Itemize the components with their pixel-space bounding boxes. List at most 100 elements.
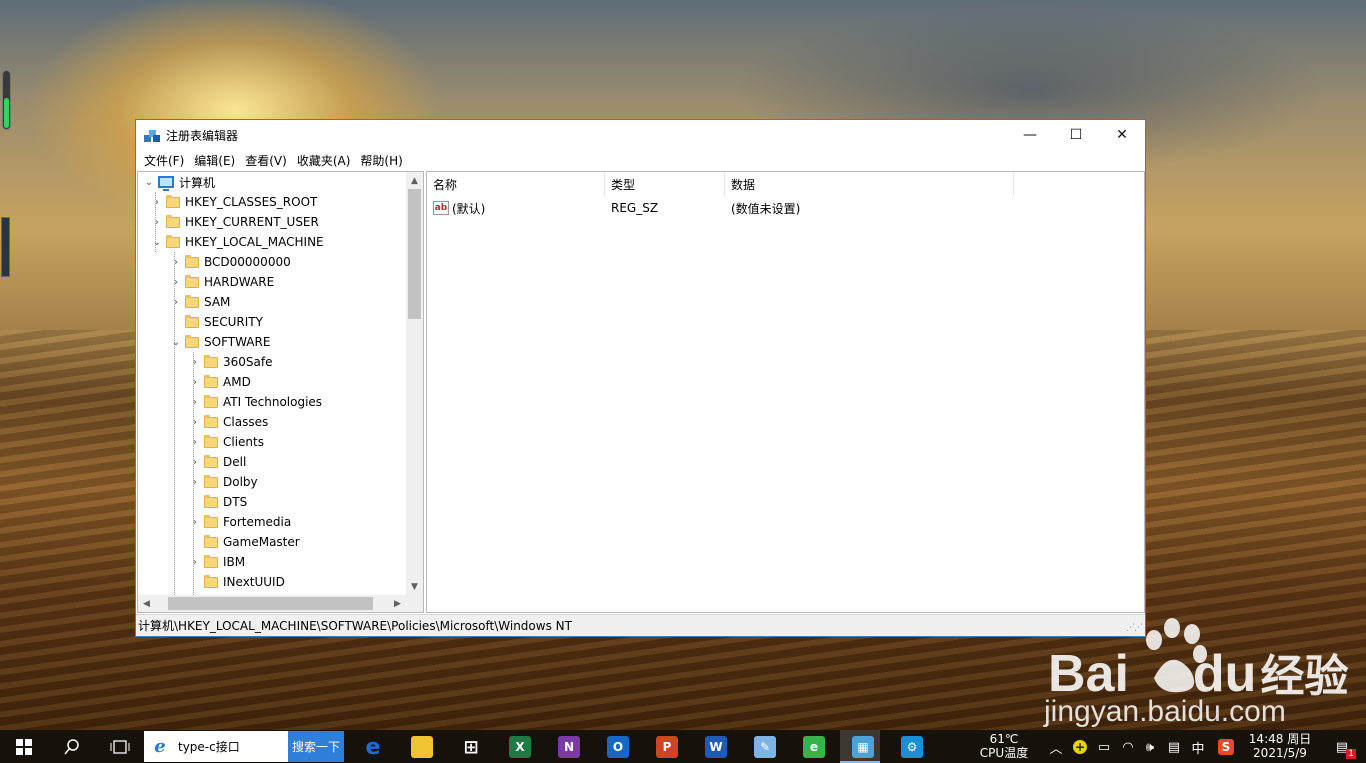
- file-explorer-icon[interactable]: [411, 736, 433, 758]
- battery-icon[interactable]: ▭: [1096, 739, 1112, 755]
- chevron-right-icon[interactable]: ›: [152, 197, 162, 208]
- microsoft-store-icon[interactable]: ⊞: [460, 736, 482, 758]
- word-icon[interactable]: W: [705, 736, 727, 758]
- chevron-up-icon[interactable]: ︿: [1048, 739, 1064, 757]
- tree-item[interactable]: INextUUID: [190, 572, 285, 592]
- scroll-left-arrow-icon[interactable]: ◀: [138, 595, 155, 612]
- chevron-right-icon[interactable]: ›: [190, 417, 200, 428]
- chevron-right-icon[interactable]: ›: [190, 437, 200, 448]
- search-input[interactable]: type-c接口: [178, 738, 240, 755]
- cpu-temperature[interactable]: 61℃ CPU温度: [978, 732, 1030, 760]
- column-header-data[interactable]: 数据: [725, 172, 1014, 196]
- folder-icon: [185, 334, 199, 348]
- chevron-right-icon[interactable]: ›: [190, 377, 200, 388]
- paint-icon[interactable]: ✎: [754, 736, 776, 758]
- chevron-right-icon[interactable]: ›: [190, 457, 200, 468]
- volume-icon[interactable]: 🕪: [1142, 739, 1158, 755]
- desktop-side-widget[interactable]: [1, 217, 10, 277]
- regedit-app-icon: [144, 127, 160, 143]
- chevron-right-icon[interactable]: ›: [190, 397, 200, 408]
- menu-view[interactable]: 查看(V): [240, 152, 292, 169]
- folder-icon: [204, 574, 218, 588]
- chevron-right-icon[interactable]: ›: [171, 277, 181, 288]
- menu-edit[interactable]: 编辑(E): [189, 152, 240, 169]
- scroll-thumb[interactable]: [408, 189, 421, 319]
- registry-tree[interactable]: ⌄ 计算机 › HKEY_CLASSES_ROOT › HKEY_CURRENT_US…: [137, 171, 424, 613]
- scroll-down-arrow-icon[interactable]: ▼: [406, 578, 423, 595]
- column-header-type[interactable]: 类型: [605, 172, 725, 196]
- tree-item[interactable]: › SAM: [171, 292, 230, 312]
- 360-browser-icon[interactable]: e: [803, 736, 825, 758]
- chevron-down-icon[interactable]: ⌄: [171, 337, 181, 348]
- tree-item[interactable]: ⌄ HKEY_LOCAL_MACHINE: [152, 232, 324, 252]
- chevron-right-icon[interactable]: ›: [152, 217, 162, 228]
- tree-item[interactable]: › IBM: [190, 552, 245, 572]
- tree-item[interactable]: › 360Safe: [190, 352, 272, 372]
- scroll-thumb[interactable]: [168, 597, 373, 610]
- chevron-right-icon[interactable]: ›: [171, 297, 181, 308]
- edge-icon[interactable]: e: [362, 735, 384, 760]
- start-button[interactable]: [0, 730, 48, 763]
- tree-item[interactable]: SECURITY: [171, 312, 263, 332]
- onenote-icon[interactable]: N: [558, 736, 580, 758]
- tree-item[interactable]: › Dolby: [190, 472, 258, 492]
- taskbar-search-box[interactable]: e type-c接口: [144, 731, 288, 762]
- notifications-icon[interactable]: ▤ 1: [1334, 739, 1356, 759]
- regedit-icon[interactable]: ▦: [852, 736, 874, 758]
- value-row[interactable]: ab (默认) REG_SZ (数值未设置): [427, 198, 1144, 218]
- tree-item[interactable]: ⌄ SOFTWARE: [171, 332, 270, 352]
- input-method-indicator[interactable]: 中: [1190, 739, 1206, 757]
- tree-item[interactable]: › AMD: [190, 372, 251, 392]
- menu-help[interactable]: 帮助(H): [355, 152, 407, 169]
- tree-horizontal-scrollbar[interactable]: ◀ ▶: [138, 595, 406, 612]
- menu-favorites[interactable]: 收藏夹(A): [292, 152, 356, 169]
- minimize-button[interactable]: —: [1007, 120, 1053, 150]
- tree-item[interactable]: › HARDWARE: [171, 272, 274, 292]
- chevron-right-icon[interactable]: ›: [190, 357, 200, 368]
- search-icon[interactable]: [48, 730, 96, 763]
- folder-icon: [166, 214, 180, 228]
- tree-item[interactable]: DTS: [190, 492, 247, 512]
- title-bar[interactable]: 注册表编辑器 — ☐ ✕: [136, 120, 1145, 150]
- scroll-right-arrow-icon[interactable]: ▶: [389, 595, 406, 612]
- action-center-msg-icon[interactable]: ▤: [1166, 739, 1182, 755]
- wifi-icon[interactable]: ◠: [1120, 739, 1136, 755]
- tree-item[interactable]: › HKEY_CLASSES_ROOT: [152, 192, 317, 212]
- scroll-up-arrow-icon[interactable]: ▲: [406, 172, 423, 189]
- excel-icon[interactable]: X: [509, 736, 531, 758]
- column-header-name[interactable]: 名称: [427, 172, 605, 196]
- search-button[interactable]: 搜索一下: [288, 731, 344, 762]
- watermark-site: jingyan.baidu.com: [1044, 695, 1286, 728]
- scroll-corner: [406, 595, 423, 612]
- close-button[interactable]: ✕: [1099, 120, 1145, 150]
- tree-item[interactable]: › Dell: [190, 452, 246, 472]
- tree-item[interactable]: › Classes: [190, 412, 268, 432]
- chevron-right-icon[interactable]: ›: [190, 557, 200, 568]
- chevron-right-icon[interactable]: ›: [190, 477, 200, 488]
- tree-item[interactable]: GameMaster: [190, 532, 300, 552]
- tree-item[interactable]: › ATI Technologies: [190, 392, 322, 412]
- task-view-icon[interactable]: [96, 730, 144, 763]
- tree-item-label: AMD: [223, 375, 251, 389]
- tree-item[interactable]: › Fortemedia: [190, 512, 291, 532]
- powerpoint-icon[interactable]: P: [656, 736, 678, 758]
- chevron-right-icon[interactable]: ›: [171, 257, 181, 268]
- sogou-input-icon[interactable]: S: [1218, 739, 1234, 755]
- menu-file[interactable]: 文件(F): [139, 152, 189, 169]
- tree-item[interactable]: › BCD00000000: [171, 252, 291, 272]
- desktop-meter-widget[interactable]: [2, 70, 11, 130]
- tree-item-label: 计算机: [179, 175, 216, 190]
- settings-app-icon[interactable]: ⚙: [901, 736, 923, 758]
- tray-plus-icon[interactable]: +: [1072, 739, 1088, 755]
- maximize-button[interactable]: ☐: [1053, 120, 1099, 150]
- chevron-right-icon[interactable]: ›: [190, 517, 200, 528]
- outlook-icon[interactable]: O: [607, 736, 629, 758]
- chevron-down-icon[interactable]: ⌄: [152, 237, 162, 248]
- clock[interactable]: 14:48 周日 2021/5/9: [1248, 732, 1312, 760]
- tree-vertical-scrollbar[interactable]: ▲ ▼: [406, 172, 423, 595]
- window-title: 注册表编辑器: [166, 128, 239, 143]
- tree-item[interactable]: › Clients: [190, 432, 264, 452]
- tree-item-computer[interactable]: ⌄ 计算机: [144, 172, 215, 192]
- tree-item[interactable]: › HKEY_CURRENT_USER: [152, 212, 319, 232]
- values-list[interactable]: 名称 类型 数据 ab (默认) REG_SZ (数值未设置): [426, 171, 1145, 613]
